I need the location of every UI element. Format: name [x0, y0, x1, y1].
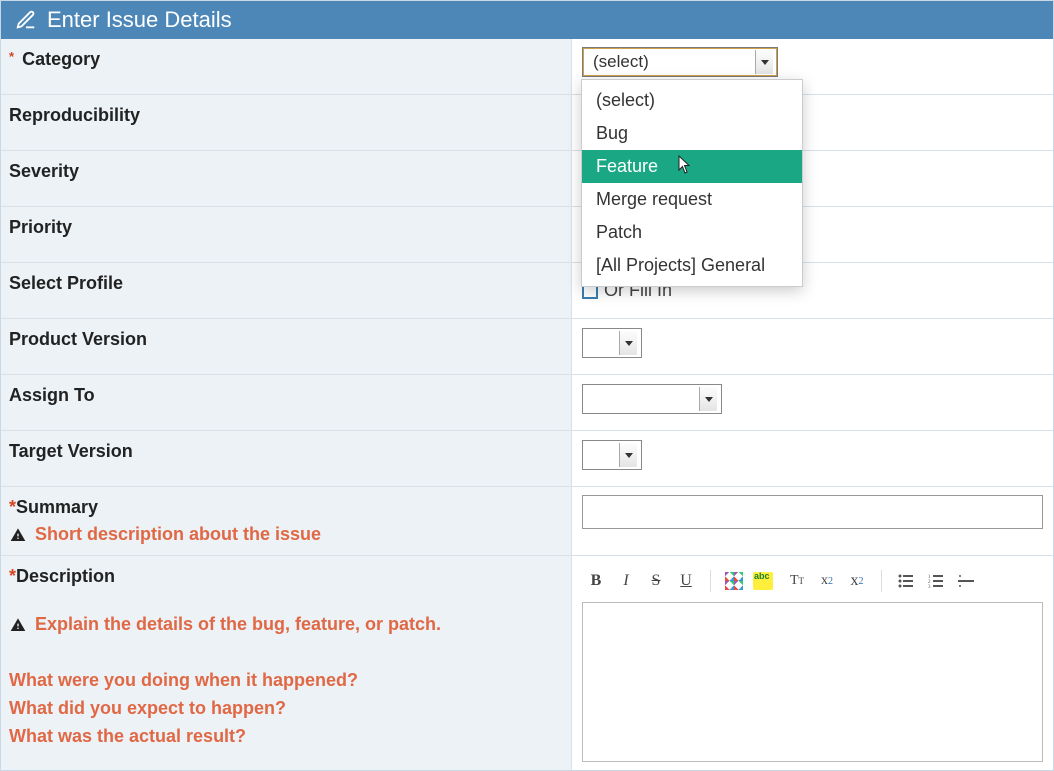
dropdown-option-highlighted[interactable]: Feature	[582, 150, 802, 183]
dropdown-option[interactable]: (select)	[582, 84, 802, 117]
label-category: * Category	[1, 39, 572, 94]
row-target-version: Target Version	[1, 431, 1053, 487]
row-priority: Priority	[1, 207, 1053, 263]
product-version-select[interactable]	[582, 328, 642, 358]
label-product-version: Product Version	[1, 319, 572, 374]
category-select-value: (select)	[587, 52, 655, 72]
label-assign-to: Assign To	[1, 375, 572, 430]
label-select-profile: Select Profile	[1, 263, 572, 318]
dropdown-option[interactable]: Patch	[582, 216, 802, 249]
row-product-version: Product Version	[1, 319, 1053, 375]
category-dropdown[interactable]: (select) Bug Feature Merge request Patch…	[581, 79, 803, 287]
row-description: *Description Explain the details of the …	[1, 556, 1053, 770]
highlight-button[interactable]	[753, 572, 773, 590]
description-q2: What did you expect to happen?	[9, 695, 563, 723]
label-reproducibility: Reproducibility	[1, 95, 572, 150]
summary-input[interactable]	[582, 495, 1043, 529]
dropdown-option[interactable]: Merge request	[582, 183, 802, 216]
label-summary: *Summary Short description about the iss…	[1, 487, 572, 555]
text-color-button[interactable]	[725, 572, 743, 590]
toolbar-separator	[710, 570, 711, 592]
font-size-button[interactable]: TT	[787, 571, 807, 591]
italic-button[interactable]: I	[616, 571, 636, 591]
label-target-version: Target Version	[1, 431, 572, 486]
panel-header: Enter Issue Details	[1, 1, 1053, 39]
ordered-list-button[interactable]: 123	[926, 571, 946, 591]
row-reproducibility: Reproducibility	[1, 95, 1053, 151]
description-q1: What were you doing when it happened?	[9, 667, 563, 695]
chevron-down-icon[interactable]	[755, 50, 773, 74]
row-category: * Category (select) (select) Bug Feature	[1, 39, 1053, 95]
row-summary: *Summary Short description about the iss…	[1, 487, 1053, 556]
warning-icon	[9, 527, 27, 543]
label-severity: Severity	[1, 151, 572, 206]
bold-button[interactable]: B	[586, 571, 606, 591]
chevron-down-icon[interactable]	[619, 443, 637, 467]
label-description: *Description Explain the details of the …	[1, 556, 572, 770]
label-priority: Priority	[1, 207, 572, 262]
value-description: B I S U TT x2 x2	[572, 556, 1053, 770]
required-star: *	[9, 497, 16, 517]
value-summary	[572, 487, 1053, 555]
summary-help: Short description about the issue	[35, 524, 321, 545]
superscript-button[interactable]: x2	[817, 571, 837, 591]
dropdown-option[interactable]: [All Projects] General	[582, 249, 802, 282]
unordered-list-button[interactable]	[896, 571, 916, 591]
row-assign-to: Assign To	[1, 375, 1053, 431]
description-help-main: Explain the details of the bug, feature,…	[35, 611, 441, 639]
required-star: *	[9, 566, 16, 586]
value-assign-to	[572, 375, 1053, 430]
editor-toolbar: B I S U TT x2 x2	[582, 566, 1043, 602]
warning-icon	[9, 617, 27, 633]
panel-title: Enter Issue Details	[47, 7, 232, 33]
subscript-button[interactable]: x2	[847, 571, 867, 591]
chevron-down-icon[interactable]	[619, 331, 637, 355]
value-category: (select) (select) Bug Feature Merge requ…	[572, 39, 1053, 94]
required-star: *	[9, 49, 14, 64]
dropdown-option[interactable]: Bug	[582, 117, 802, 150]
target-version-select[interactable]	[582, 440, 642, 470]
chevron-down-icon[interactable]	[699, 387, 717, 411]
description-q3: What was the actual result?	[9, 723, 563, 751]
value-product-version	[572, 319, 1053, 374]
value-target-version	[572, 431, 1053, 486]
assign-to-select[interactable]	[582, 384, 722, 414]
cursor-icon	[678, 155, 692, 180]
svg-text:3: 3	[928, 585, 931, 588]
edit-icon	[15, 9, 37, 31]
category-select[interactable]: (select)	[582, 47, 778, 77]
row-severity: Severity	[1, 151, 1053, 207]
issue-form-panel: Enter Issue Details * Category (select) …	[0, 0, 1054, 771]
underline-button[interactable]: U	[676, 571, 696, 591]
strikethrough-button[interactable]: S	[646, 571, 666, 591]
toolbar-separator	[881, 570, 882, 592]
horizontal-rule-button[interactable]	[956, 571, 976, 591]
row-select-profile: Select Profile Or Fill In	[1, 263, 1053, 319]
description-editor[interactable]	[582, 602, 1043, 762]
